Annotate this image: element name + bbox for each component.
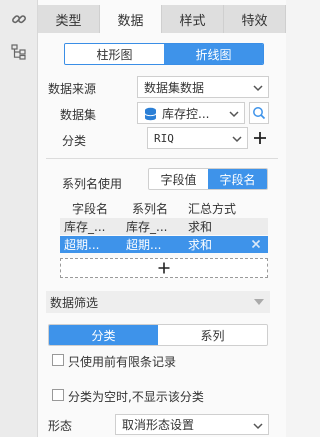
dataset-search-button[interactable]: [249, 102, 269, 124]
table-row[interactable]: 库存_... 库存_... 求和: [60, 218, 268, 235]
dataset-label: 数据集: [60, 108, 97, 122]
filter-tab-series[interactable]: 系列: [158, 325, 267, 345]
category-value: RIQ: [154, 131, 174, 145]
row-series: 库存_...: [126, 220, 168, 234]
form-label: 形态: [48, 419, 73, 433]
search-icon: [253, 107, 266, 120]
column-header-aggregation: 汇总方式: [188, 201, 237, 216]
tab-data[interactable]: 数据: [100, 5, 162, 33]
data-filter-title: 数据筛选: [50, 295, 99, 310]
row-field: 库存_...: [64, 220, 106, 234]
plus-icon: [158, 262, 170, 274]
left-toolbar: [0, 0, 38, 437]
link-icon[interactable]: [10, 10, 28, 28]
data-filter-section[interactable]: 数据筛选: [46, 291, 270, 313]
limit-records-label: 只使用前有限条记录: [68, 355, 177, 369]
row-series: 超期...: [126, 238, 162, 252]
tab-effects[interactable]: 特效: [224, 5, 286, 33]
bar-chart-option[interactable]: 柱形图: [65, 44, 164, 64]
add-field-button[interactable]: [60, 258, 268, 278]
collapse-arrow-icon: [254, 299, 264, 305]
row-aggregation: 求和: [188, 220, 213, 234]
hide-empty-category-checkbox[interactable]: [52, 389, 64, 401]
tab-type[interactable]: 类型: [38, 5, 100, 33]
data-source-select[interactable]: 数据集数据: [137, 76, 269, 98]
column-header-series: 系列名: [132, 201, 169, 216]
column-header-field: 字段名: [72, 201, 109, 216]
chevron-down-icon: [253, 423, 263, 430]
form-value: 取消形态设置: [122, 418, 195, 432]
table-row[interactable]: 超期... 超期... 求和: [60, 236, 268, 253]
database-icon: [144, 107, 157, 121]
dataset-value: 库存控...: [162, 106, 210, 121]
divider: [46, 158, 278, 159]
data-source-value: 数据集数据: [144, 80, 205, 95]
field-name-option[interactable]: 字段名: [208, 169, 267, 189]
properties-panel: 类型 数据 样式 特效 柱形图 折线图 数据来源 数据集数据 数据集 库存控..…: [38, 0, 286, 437]
filter-tabs: 分类 系列: [48, 324, 268, 346]
filter-tab-category[interactable]: 分类: [49, 325, 158, 345]
panel-tabs: 类型 数据 样式 特效: [38, 5, 286, 33]
category-label: 分类: [62, 134, 87, 148]
delete-row-icon[interactable]: [250, 238, 262, 250]
field-table-header: 字段名 系列名 汇总方式: [60, 199, 268, 217]
chevron-down-icon: [232, 136, 242, 143]
chevron-down-icon: [253, 85, 263, 92]
row-field: 超期...: [64, 238, 100, 252]
add-category-button[interactable]: [251, 128, 269, 148]
category-select[interactable]: RIQ: [147, 127, 248, 149]
data-source-label: 数据来源: [48, 82, 97, 96]
line-chart-option[interactable]: 折线图: [164, 44, 263, 64]
series-name-label: 系列名使用: [62, 177, 123, 191]
tree-structure-icon[interactable]: [10, 43, 28, 61]
dataset-select[interactable]: 库存控...: [137, 102, 245, 124]
hide-empty-category-label: 分类为空时,不显示该分类: [68, 390, 204, 404]
chevron-down-icon: [229, 111, 239, 118]
plus-icon: [254, 132, 266, 144]
field-value-option[interactable]: 字段值: [149, 169, 208, 189]
chart-kind-toggle: 柱形图 折线图: [64, 43, 264, 65]
limit-records-checkbox[interactable]: [52, 354, 64, 366]
tab-style[interactable]: 样式: [162, 5, 224, 33]
form-select[interactable]: 取消形态设置: [115, 414, 269, 435]
series-name-toggle: 字段值 字段名: [148, 168, 268, 190]
